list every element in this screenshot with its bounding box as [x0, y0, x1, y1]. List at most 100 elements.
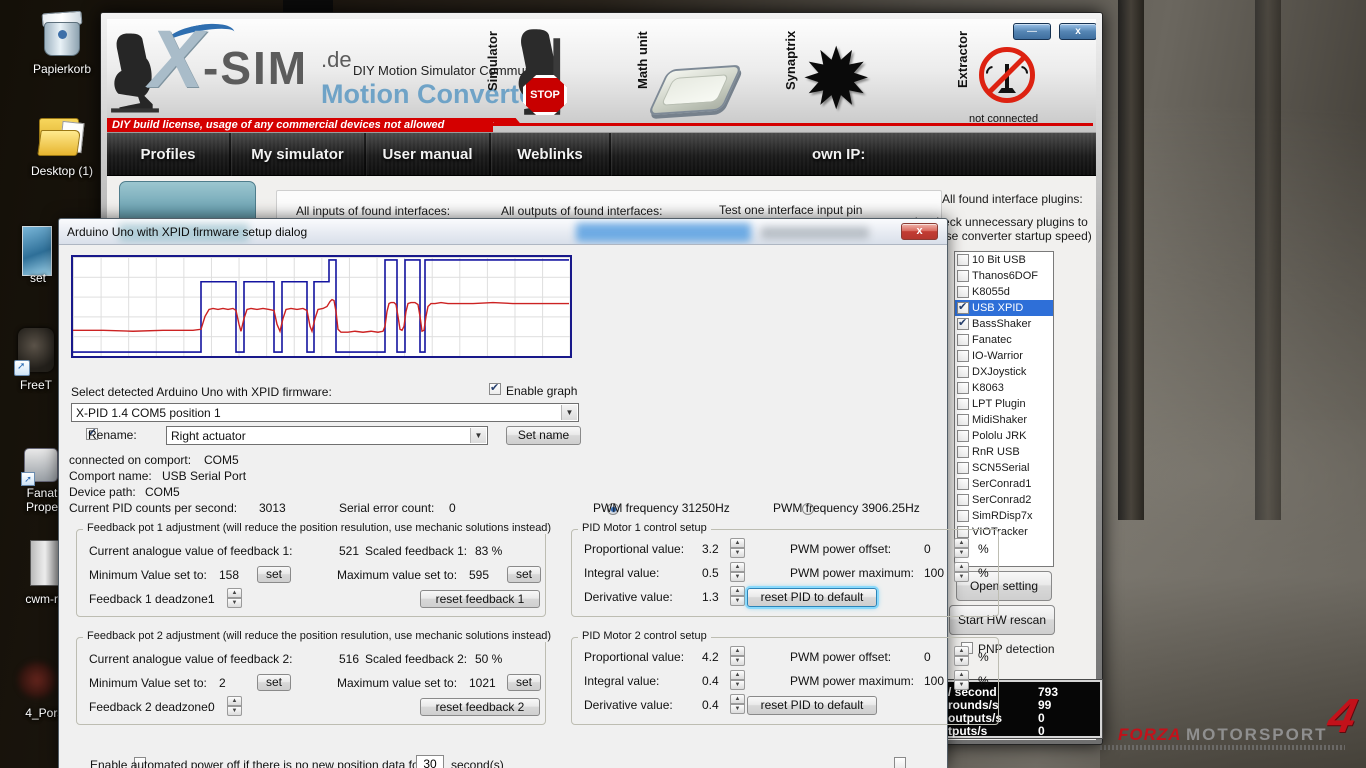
fb2-set-max-button[interactable]: set [507, 674, 541, 691]
plugin-checkbox[interactable] [957, 478, 969, 490]
minimize-button[interactable]: — [1013, 23, 1051, 40]
plugin-checkbox[interactable] [957, 430, 969, 442]
plugin-list-item[interactable]: K8063 [955, 380, 1053, 396]
percent-label: % [978, 650, 989, 664]
fb1-deadzone-stepper[interactable]: ▲▼ [227, 588, 242, 608]
plugin-list-item[interactable]: SerConrad2 [955, 492, 1053, 508]
group-title: Feedback pot 1 adjustment (will reduce t… [83, 522, 555, 534]
plugin-list-item[interactable]: K8055d [955, 284, 1053, 300]
pid2-prop-label: Proportional value: [584, 650, 684, 664]
plugin-list-item[interactable]: SimRDisp7x [955, 508, 1053, 524]
reset-feedback-1-button[interactable]: reset feedback 1 [420, 590, 540, 608]
percent-label: % [978, 566, 989, 580]
pid2-offset-stepper[interactable]: ▲▼ [954, 646, 969, 666]
plugin-list-item[interactable]: Thanos6DOF [955, 268, 1053, 284]
forza-4-logo: 4 [1323, 689, 1361, 744]
starburst-icon[interactable]: ✹ [801, 37, 871, 121]
plugin-list-item[interactable]: LPT Plugin [955, 396, 1053, 412]
pid2-max-value: 100 [924, 674, 944, 688]
plugin-checkbox[interactable] [957, 334, 969, 346]
extra-checkbox[interactable] [894, 757, 906, 768]
plugin-checkbox[interactable] [957, 414, 969, 426]
pid1-max-stepper[interactable]: ▲▼ [954, 562, 969, 582]
plugin-checkbox[interactable] [957, 318, 969, 330]
dialog-close-button[interactable]: x [901, 223, 938, 240]
plugin-checkbox[interactable] [957, 494, 969, 506]
math-unit-module-label: Math unit [635, 31, 650, 111]
plugin-checkbox[interactable] [957, 382, 969, 394]
fb2-min-value: 2 [219, 676, 226, 690]
pid2-prop-stepper[interactable]: ▲▼ [730, 646, 745, 666]
plugin-list-item[interactable]: SCN5Serial [955, 460, 1053, 476]
reset-feedback-2-button[interactable]: reset feedback 2 [420, 698, 540, 716]
pid1-prop-stepper[interactable]: ▲▼ [730, 538, 745, 558]
plugin-list-item[interactable]: 10 Bit USB [955, 252, 1053, 268]
plugin-checkbox[interactable] [957, 270, 969, 282]
pid1-der-stepper[interactable]: ▲▼ [730, 586, 745, 606]
menu-my-simulator[interactable]: My simulator [231, 133, 366, 176]
stat-value: 793 [1038, 685, 1058, 699]
plugin-checkbox[interactable] [957, 510, 969, 522]
plugin-name: MidiShaker [972, 414, 1027, 426]
plugin-list-item[interactable]: Pololu JRK [955, 428, 1053, 444]
reset-pid-2-button[interactable]: reset PID to default [747, 696, 877, 715]
fb2-current-label: Current analogue value of feedback 2: [89, 652, 292, 666]
poweroff-label: Enable automated power off if there is n… [90, 758, 423, 768]
plugin-list-item[interactable]: Fanatec [955, 332, 1053, 348]
close-button[interactable]: x [1059, 23, 1096, 40]
plugin-list-item[interactable]: RnR USB [955, 444, 1053, 460]
plugin-list-item[interactable]: DXJoystick [955, 364, 1053, 380]
plugin-checkbox[interactable] [957, 350, 969, 362]
menu-user-manual[interactable]: User manual [366, 133, 491, 176]
plugin-list-item[interactable]: BassShaker [955, 316, 1053, 332]
plugin-checkbox[interactable] [957, 462, 969, 474]
chevron-down-icon[interactable]: ▼ [470, 428, 486, 443]
plugin-list-item[interactable]: IO-Warrior [955, 348, 1053, 364]
fb1-set-max-button[interactable]: set [507, 566, 541, 583]
fb2-deadzone-stepper[interactable]: ▲▼ [227, 696, 242, 716]
feedback-pot-1-group: Feedback pot 1 adjustment (will reduce t… [76, 529, 546, 617]
rename-combobox[interactable]: Right actuator▼ [166, 426, 488, 445]
menu-weblinks[interactable]: Weblinks [491, 133, 611, 176]
pid1-int-stepper[interactable]: ▲▼ [730, 562, 745, 582]
group-title: PID Motor 1 control setup [578, 522, 711, 534]
no-signal-icon[interactable] [979, 47, 1035, 103]
device-combobox[interactable]: X-PID 1.4 COM5 position 1▼ [71, 403, 579, 422]
pid2-int-stepper[interactable]: ▲▼ [730, 670, 745, 690]
dialog-title-bar[interactable]: Arduino Uno with XPID firmware setup dia… [59, 219, 947, 245]
plugin-name: SerConrad2 [972, 494, 1031, 506]
stat-value: 99 [1038, 698, 1051, 712]
plugin-checkbox[interactable] [957, 302, 969, 314]
plugin-list[interactable]: 10 Bit USBThanos6DOFK8055dUSB XPIDBassSh… [954, 251, 1054, 567]
pid1-offset-stepper[interactable]: ▲▼ [954, 538, 969, 558]
fb1-deadzone-label: Feedback 1 deadzone: [89, 592, 211, 606]
plugin-checkbox[interactable] [957, 398, 969, 410]
pid2-der-stepper[interactable]: ▲▼ [730, 694, 745, 714]
pid2-max-stepper[interactable]: ▲▼ [954, 670, 969, 690]
menu-profiles[interactable]: Profiles [107, 133, 231, 176]
reset-pid-1-button[interactable]: reset PID to default [747, 588, 877, 607]
plugin-list-item[interactable]: USB XPID [955, 300, 1053, 316]
plugin-checkbox[interactable] [957, 286, 969, 298]
logo-sim-text: -SIM [203, 45, 308, 91]
pwm-freq-31250-label: PWM frequency 31250Hz [593, 501, 730, 515]
enable-graph-checkbox[interactable] [489, 383, 501, 395]
fb1-max-value: 595 [469, 568, 489, 582]
chevron-down-icon[interactable]: ▼ [561, 405, 577, 420]
plugin-checkbox[interactable] [957, 366, 969, 378]
cpu-chip-icon[interactable] [647, 65, 743, 116]
plugin-list-item[interactable]: SerConrad1 [955, 476, 1053, 492]
dialog-client-area: Select detected Arduino Uno with XPID fi… [59, 245, 947, 768]
fb1-set-min-button[interactable]: set [257, 566, 291, 583]
fb2-set-min-button[interactable]: set [257, 674, 291, 691]
plugin-name: IO-Warrior [972, 350, 1023, 362]
set-name-button[interactable]: Set name [506, 426, 581, 445]
window-header: X -SIM .de DIY Motion Simulator Communit… [107, 19, 1096, 133]
plugin-list-item[interactable]: MidiShaker [955, 412, 1053, 428]
plugin-checkbox[interactable] [957, 446, 969, 458]
plugin-checkbox[interactable] [957, 254, 969, 266]
poweroff-seconds-input[interactable] [416, 755, 444, 768]
license-banner: DIY build license, usage of any commerci… [107, 118, 493, 133]
outputs-label: All outputs of found interfaces: [501, 204, 662, 218]
poweroff-suffix: second(s) [451, 758, 504, 768]
